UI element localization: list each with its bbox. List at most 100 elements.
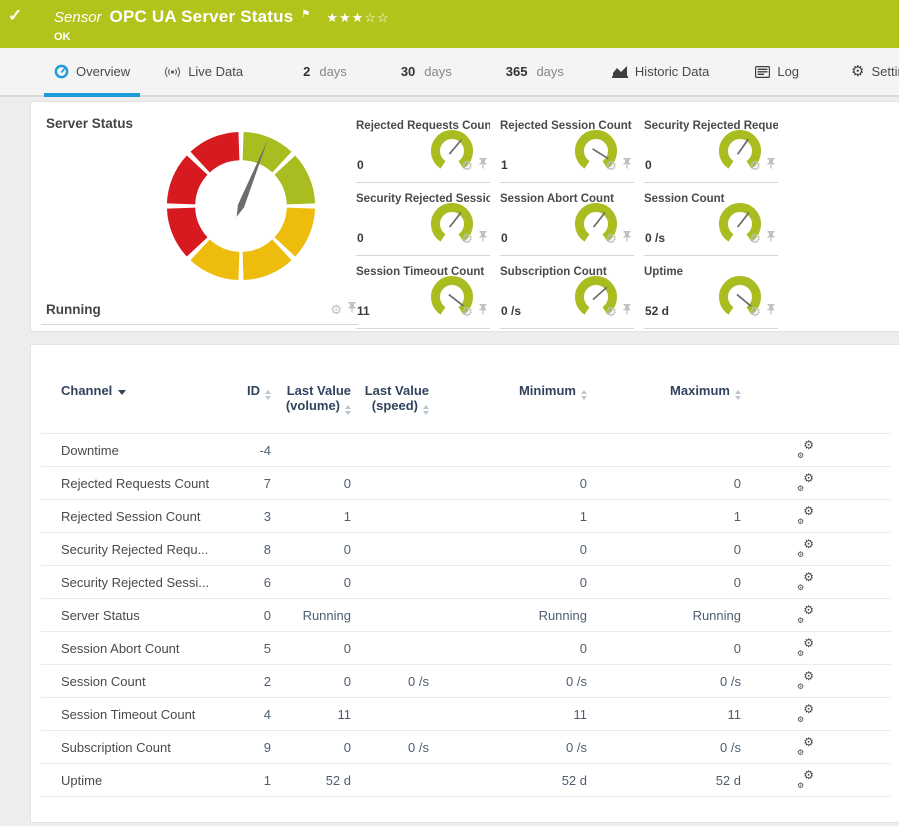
tab-settings[interactable]: ⚙Settings [847, 48, 899, 95]
channel-name[interactable]: Session Timeout Count [41, 698, 231, 731]
row-filler [826, 434, 891, 467]
channel-gauge-panel[interactable]: Security Rejected Session Co...0⚙ [356, 185, 490, 256]
channel-gauge-value: 11 [357, 304, 370, 318]
channel-gauge-panel[interactable]: Security Rejected Requests C...0⚙ [644, 112, 778, 183]
minimum-value: 0 [429, 632, 587, 665]
column-label: Maximum [670, 383, 730, 398]
pin-icon[interactable] [767, 229, 775, 247]
channel-name[interactable]: Rejected Requests Count [41, 467, 231, 500]
minimum-value: 0 /s [429, 665, 587, 698]
row-filler [826, 665, 891, 698]
tab-2-days[interactable]: 2days [299, 48, 351, 95]
channel-gauge-value: 0 [501, 231, 508, 245]
minimum-value: 0 [429, 566, 587, 599]
column-label: Minimum [519, 383, 576, 398]
tab-overview[interactable]: Overview [50, 48, 134, 95]
channel-gauge-panel[interactable]: Subscription Count0 /s⚙ [500, 258, 634, 329]
gear-icon[interactable]: ⚙ [330, 303, 342, 316]
pin-icon[interactable] [479, 229, 487, 247]
gear-icon[interactable]: ⚙ [605, 159, 617, 172]
pin-icon[interactable] [348, 300, 356, 318]
minimum-value [429, 434, 587, 467]
gear-icon[interactable]: ⚙ [461, 305, 473, 318]
table-row: Rejected Requests Count7000⚙⚙ [41, 467, 891, 500]
flag-icon[interactable]: ⚑ [301, 9, 310, 20]
column-header-edit [741, 379, 826, 434]
channel-id: 0 [231, 599, 271, 632]
channel-name[interactable]: Uptime [41, 764, 231, 797]
edit-channel-icon[interactable]: ⚙⚙ [797, 474, 814, 490]
channel-id: 8 [231, 533, 271, 566]
gear-icon[interactable]: ⚙ [749, 232, 761, 245]
channel-id: 9 [231, 731, 271, 764]
maximum-value: 11 [587, 698, 741, 731]
maximum-value: 0 [587, 533, 741, 566]
channel-gauge-panel[interactable]: Session Abort Count0⚙ [500, 185, 634, 256]
tab-historic-data[interactable]: Historic Data [608, 48, 713, 95]
sort-icon [735, 390, 741, 400]
pin-icon[interactable] [623, 229, 631, 247]
edit-channel-icon[interactable]: ⚙⚙ [797, 606, 814, 622]
maximum-value: 0 [587, 632, 741, 665]
edit-channel-icon[interactable]: ⚙⚙ [797, 672, 814, 688]
channel-name[interactable]: Security Rejected Sessi... [41, 566, 231, 599]
tab-unit: days [424, 64, 451, 79]
edit-channel-icon[interactable]: ⚙⚙ [797, 573, 814, 589]
pin-icon[interactable] [479, 156, 487, 174]
edit-channel-icon[interactable]: ⚙⚙ [797, 639, 814, 655]
channel-gauge-panel[interactable]: Uptime52 d⚙ [644, 258, 778, 329]
edit-channel-icon[interactable]: ⚙⚙ [797, 705, 814, 721]
edit-channel-icon[interactable]: ⚙⚙ [797, 738, 814, 754]
column-header-last-value-speed-[interactable]: Last Value (speed) [351, 379, 429, 434]
edit-channel-icon[interactable]: ⚙⚙ [797, 771, 814, 787]
tab-live-data[interactable]: Live Data [160, 48, 247, 95]
channel-name[interactable]: Security Rejected Requ... [41, 533, 231, 566]
column-header-minimum[interactable]: Minimum [429, 379, 587, 434]
channel-name[interactable]: Rejected Session Count [41, 500, 231, 533]
gear-icon[interactable]: ⚙ [461, 159, 473, 172]
gear-icon[interactable]: ⚙ [605, 305, 617, 318]
last-value-volume: 0 [271, 632, 351, 665]
channel-gauge-panel[interactable]: Rejected Requests Count0⚙ [356, 112, 490, 183]
maximum-value: 1 [587, 500, 741, 533]
gear-icon[interactable]: ⚙ [749, 305, 761, 318]
channel-name[interactable]: Session Abort Count [41, 632, 231, 665]
edit-channel-icon[interactable]: ⚙⚙ [797, 441, 814, 457]
column-header-id[interactable]: ID [231, 379, 271, 434]
channel-gauge-panel[interactable]: Session Timeout Count11⚙ [356, 258, 490, 329]
channel-name[interactable]: Subscription Count [41, 731, 231, 764]
gear-icon[interactable]: ⚙ [461, 232, 473, 245]
broadcast-icon [164, 66, 181, 78]
channel-name[interactable]: Downtime [41, 434, 231, 467]
channel-id: 4 [231, 698, 271, 731]
pin-icon[interactable] [623, 156, 631, 174]
channel-gauge-panel[interactable]: Rejected Session Count1⚙ [500, 112, 634, 183]
column-header-last-value-volume-[interactable]: Last Value (volume) [271, 379, 351, 434]
channel-gauge-panel[interactable]: Session Count0 /s⚙ [644, 185, 778, 256]
pin-icon[interactable] [767, 302, 775, 320]
gear-icon[interactable]: ⚙ [605, 232, 617, 245]
last-value-speed [351, 467, 429, 500]
table-row: Session Count200 /s0 /s0 /s⚙⚙ [41, 665, 891, 698]
edit-channel-icon[interactable]: ⚙⚙ [797, 507, 814, 523]
row-filler [826, 566, 891, 599]
tab-365-days[interactable]: 365days [502, 48, 568, 95]
pin-icon[interactable] [479, 302, 487, 320]
tab-log[interactable]: Log [751, 48, 803, 95]
tab-30-days[interactable]: 30days [397, 48, 456, 95]
edit-channel-icon[interactable]: ⚙⚙ [797, 540, 814, 556]
table-row: Security Rejected Requ...8000⚙⚙ [41, 533, 891, 566]
channels-table-card: ChannelIDLast Value (volume)Last Value (… [30, 344, 899, 823]
row-filler [826, 500, 891, 533]
priority-stars[interactable]: ★★★☆☆ [326, 10, 389, 26]
channel-name[interactable]: Server Status [41, 599, 231, 632]
pin-icon[interactable] [623, 302, 631, 320]
pin-icon[interactable] [767, 156, 775, 174]
gear-icon[interactable]: ⚙ [749, 159, 761, 172]
row-filler [826, 698, 891, 731]
column-header-maximum[interactable]: Maximum [587, 379, 741, 434]
column-header-channel[interactable]: Channel [41, 379, 231, 434]
tab-unit: days [319, 64, 346, 79]
channel-name[interactable]: Session Count [41, 665, 231, 698]
last-value-speed [351, 698, 429, 731]
